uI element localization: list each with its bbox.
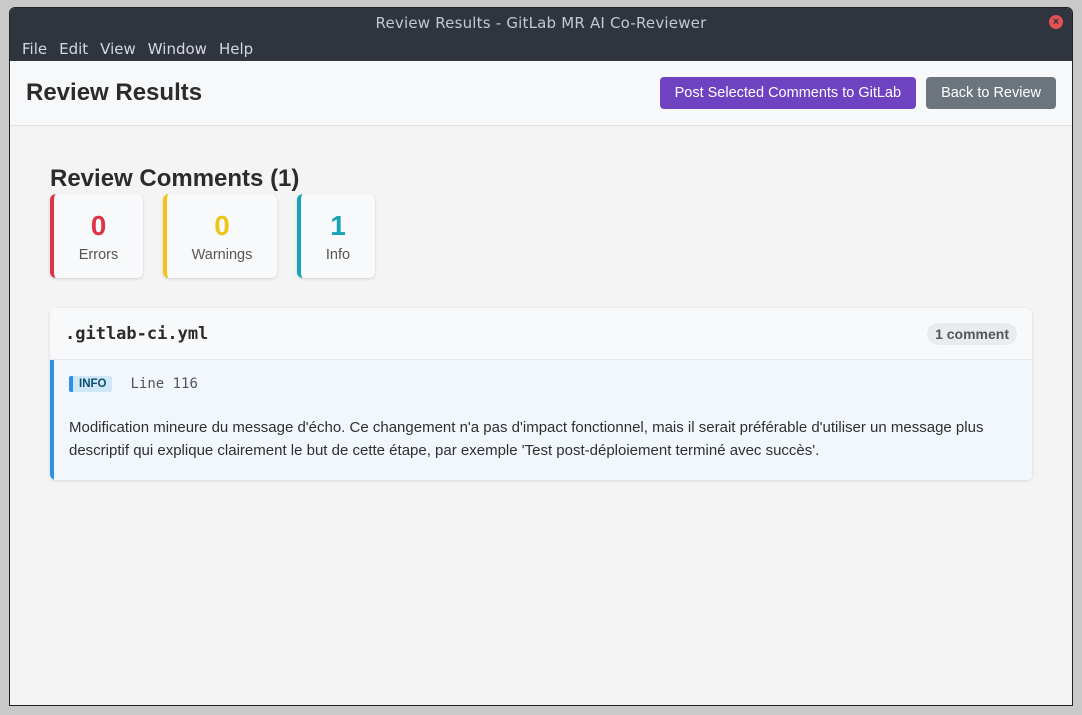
file-card: .gitlab-ci.yml 1 comment INFO Line 116 M… <box>50 308 1032 480</box>
comment-text: Modification mineure du message d'écho. … <box>69 419 984 459</box>
window-title: Review Results - GitLab MR AI Co-Reviewe… <box>375 13 707 32</box>
section-title: Review Comments (1) <box>50 165 300 192</box>
header-actions: Post Selected Comments to GitLab Back to… <box>659 77 1056 109</box>
menu-bar: File Edit View Window Help <box>10 37 1072 61</box>
line-reference: Line 116 <box>130 376 198 392</box>
warnings-label: Warnings <box>191 247 253 263</box>
errors-label: Errors <box>78 247 119 263</box>
menu-edit[interactable]: Edit <box>53 40 94 58</box>
info-label: Info <box>325 247 351 263</box>
page-title: Review Results <box>26 79 203 106</box>
file-name: .gitlab-ci.yml <box>65 323 209 344</box>
warnings-count: 0 <box>214 210 230 241</box>
back-to-review-button[interactable]: Back to Review <box>926 77 1056 109</box>
close-icon[interactable]: × <box>1049 15 1063 29</box>
warnings-stat-card: 0 Warnings <box>163 194 277 278</box>
errors-stat-card: 0 Errors <box>50 194 143 278</box>
comment-count-badge: 1 comment <box>927 322 1017 345</box>
main-content: Review Comments (1) 0 Errors 0 Warnings … <box>10 126 1072 518</box>
errors-count: 0 <box>90 210 107 241</box>
severity-badge: INFO <box>69 376 113 392</box>
comment-meta: INFO Line 116 <box>69 376 1017 392</box>
summary-stats: 0 Errors 0 Warnings 1 Info <box>50 194 1032 278</box>
file-header[interactable]: .gitlab-ci.yml 1 comment <box>50 308 1032 360</box>
menu-file[interactable]: File <box>16 40 53 58</box>
app-window: Review Results - GitLab MR AI Co-Reviewe… <box>9 7 1073 706</box>
menu-window[interactable]: Window <box>142 40 213 58</box>
post-comments-button[interactable]: Post Selected Comments to GitLab <box>659 77 917 109</box>
menu-view[interactable]: View <box>94 40 142 58</box>
menu-help[interactable]: Help <box>213 40 259 58</box>
page-header: Review Results Post Selected Comments to… <box>10 61 1072 126</box>
info-count: 1 <box>330 210 346 241</box>
title-bar: Review Results - GitLab MR AI Co-Reviewe… <box>10 8 1072 37</box>
info-stat-card: 1 Info <box>297 194 375 278</box>
review-comment[interactable]: INFO Line 116 Modification mineure du me… <box>50 360 1032 480</box>
